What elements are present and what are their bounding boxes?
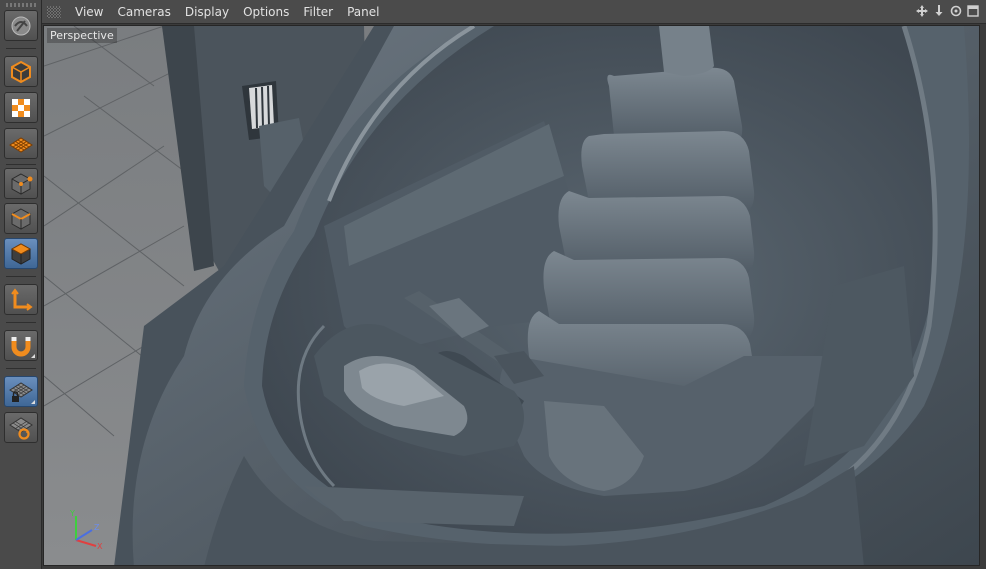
- view-controls: [915, 4, 980, 18]
- viewport-menubar: View Cameras Display Options Filter Pane…: [42, 0, 986, 24]
- texture-mode-icon: [12, 98, 30, 117]
- viewport-scene: [44, 26, 979, 565]
- polygons-mode-icon: [10, 242, 32, 265]
- texture-mode-button[interactable]: [4, 92, 38, 123]
- cinema4d-window: View Cameras Display Options Filter Pane…: [0, 0, 986, 569]
- snap-button[interactable]: [4, 330, 38, 361]
- axis-z-label: Z: [94, 523, 100, 532]
- planar-workplane-button[interactable]: [4, 412, 38, 443]
- edges-mode-icon: [11, 207, 31, 230]
- palette-grip[interactable]: [6, 3, 36, 7]
- menubar-grip[interactable]: [47, 5, 61, 18]
- menu-options[interactable]: Options: [236, 5, 296, 19]
- axis-mode-button[interactable]: [4, 284, 38, 315]
- points-mode-button[interactable]: [4, 168, 38, 199]
- menu-view[interactable]: View: [68, 5, 110, 19]
- menu-panel[interactable]: Panel: [340, 5, 386, 19]
- axis-gizmo: Y Z X: [69, 509, 103, 550]
- maximize-view-icon[interactable]: [966, 4, 980, 18]
- move-view-icon[interactable]: [915, 4, 929, 18]
- model-mode-icon: [11, 60, 31, 83]
- rotate-view-icon[interactable]: [949, 4, 963, 18]
- tool-palette: [0, 0, 42, 569]
- menu-filter[interactable]: Filter: [296, 5, 340, 19]
- menu-display[interactable]: Display: [178, 5, 236, 19]
- undo-view-icon: [11, 16, 31, 35]
- planar-workplane-icon: [9, 416, 33, 440]
- perspective-viewport[interactable]: Perspective Y Z X: [43, 25, 980, 566]
- zoom-view-icon[interactable]: [932, 4, 946, 18]
- workplane-mode-icon: [9, 136, 33, 153]
- axis-x-label: X: [97, 542, 103, 550]
- model-mode-button[interactable]: [4, 56, 38, 87]
- axis-y-label: Y: [69, 509, 75, 518]
- points-mode-icon: [11, 172, 33, 195]
- polygons-mode-button[interactable]: [4, 238, 38, 269]
- viewport-camera-label[interactable]: Perspective: [47, 28, 117, 43]
- workplane-mode-button[interactable]: [4, 128, 38, 159]
- undo-view-button[interactable]: [4, 10, 38, 41]
- menu-cameras[interactable]: Cameras: [110, 5, 177, 19]
- lock-workplane-button[interactable]: [4, 376, 38, 407]
- edges-mode-button[interactable]: [4, 203, 38, 234]
- axis-mode-icon: [11, 287, 33, 311]
